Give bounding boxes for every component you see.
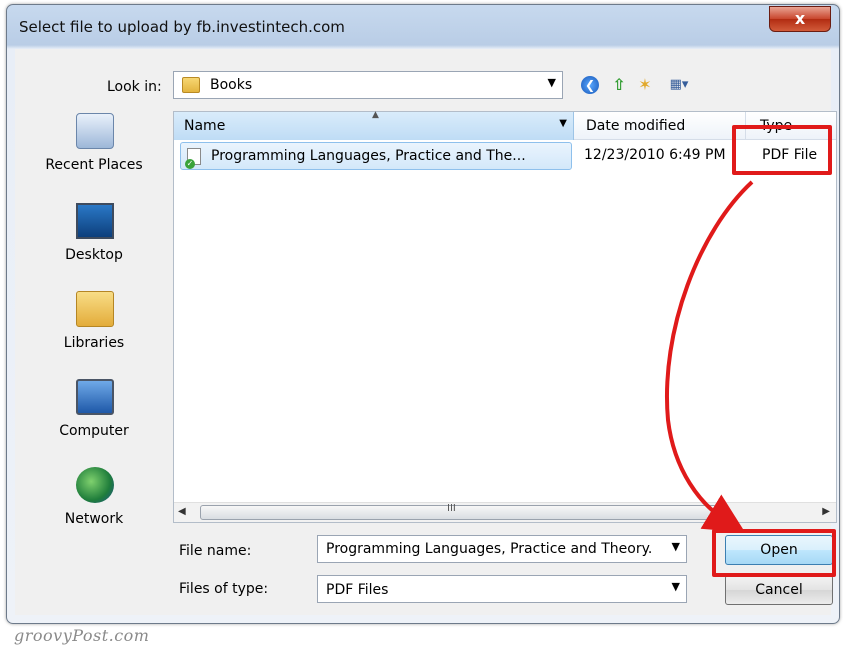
column-header-name[interactable]: ▲ Name ▼ [174,110,574,140]
chevron-down-icon[interactable]: ▼ [559,118,567,129]
places-bar: Recent Places Desktop Libraries Computer… [29,109,159,551]
file-date-modified: 12/23/2010 6:49 PM [584,147,726,163]
file-name-value: Programming Languages, Practice and Theo… [326,541,653,557]
recent-places-icon [76,113,114,149]
annotation-highlight-open [712,529,836,577]
place-network[interactable]: Network [29,467,159,547]
scrollbar-thumb[interactable]: III [200,503,720,520]
place-desktop[interactable]: Desktop [29,203,159,283]
folder-icon [182,77,200,93]
back-icon[interactable]: ❮ [581,76,599,94]
close-button[interactable]: x [769,6,831,32]
look-in-value: Books [210,77,253,93]
dialog-body: Look in: Books ▼ ❮ ⇧ ✶ ▦▾ Recent Places … [15,49,837,615]
look-in-dropdown[interactable]: Books ▼ [173,71,563,99]
horizontal-scrollbar[interactable]: ◀ III ▶ [174,502,836,522]
file-name-input[interactable]: Programming Languages, Practice and Theo… [317,535,687,563]
place-label: Network [64,511,124,527]
scroll-left-icon[interactable]: ◀ [178,506,186,517]
place-label: Libraries [63,335,125,351]
look-in-label: Look in: [107,79,162,95]
place-libraries[interactable]: Libraries [29,291,159,371]
file-type-value: PDF Files [326,582,389,598]
place-label: Computer [59,423,129,439]
title-bar: Select file to upload by fb.investintech… [7,5,839,49]
window-title: Select file to upload by fb.investintech… [19,18,345,36]
watermark: groovyPost.com [14,626,150,645]
scroll-right-icon[interactable]: ▶ [822,506,830,517]
annotation-highlight-type [732,125,832,175]
views-menu-icon[interactable]: ▦▾ [663,76,695,94]
place-label: Recent Places [45,157,143,173]
place-label: Desktop [65,247,123,263]
column-date-label: Date modified [586,118,686,134]
computer-icon [76,379,114,415]
chevron-down-icon: ▼ [547,76,556,89]
scrollbar-grip: III [447,503,456,514]
chevron-down-icon: ▼ [671,580,680,593]
file-name-label: File name: [179,543,252,559]
file-type-label: Files of type: [179,581,269,597]
column-header-date[interactable]: Date modified [576,112,746,140]
chevron-down-icon[interactable]: ▼ [672,540,680,553]
place-computer[interactable]: Computer [29,379,159,459]
column-name-label: Name [184,118,226,134]
file-type-dropdown[interactable]: PDF Files ▼ [317,575,687,603]
place-recent-places[interactable]: Recent Places [29,113,159,193]
libraries-icon [76,291,114,327]
sort-ascending-icon: ▲ [372,110,379,120]
file-name-cell[interactable]: ✓ Programming Languages, Practice and Th… [180,142,572,170]
cancel-button[interactable]: Cancel [725,575,833,605]
file-name: Programming Languages, Practice and The.… [211,148,526,164]
checkmark-icon: ✓ [185,159,195,169]
up-folder-icon[interactable]: ⇧ [609,76,629,94]
close-icon: x [794,9,806,28]
new-folder-icon[interactable]: ✶ [635,76,655,94]
navigation-toolbar: ❮ ⇧ ✶ ▦▾ [581,71,721,99]
network-icon [76,467,114,503]
desktop-icon [76,203,114,239]
